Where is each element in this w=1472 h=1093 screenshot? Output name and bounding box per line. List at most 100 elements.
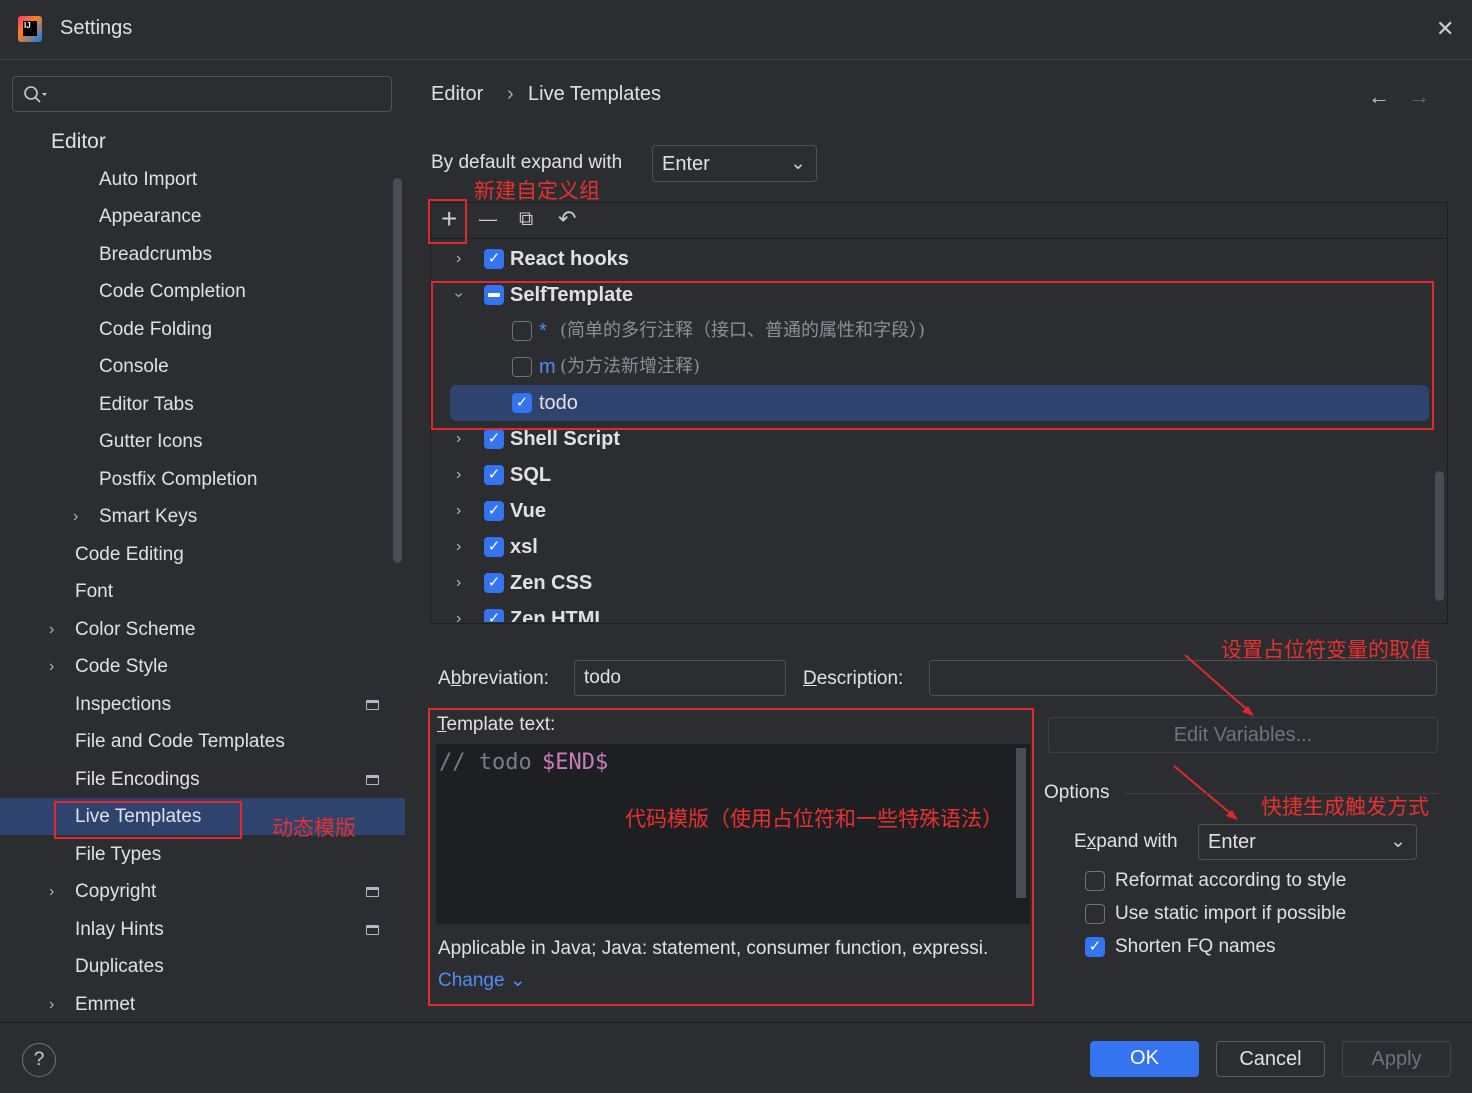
search-icon xyxy=(24,86,47,103)
sidebar-item[interactable]: › Smart Keys xyxy=(0,498,405,535)
sidebar-item[interactable]: Console xyxy=(0,348,405,385)
chevron-down-icon: ⌄ xyxy=(790,153,806,174)
sidebar-item[interactable]: Appearance xyxy=(0,198,405,235)
group-checkbox[interactable]: ✓ xyxy=(484,465,504,485)
sidebar-item-label: Copyright xyxy=(75,881,157,902)
abbreviation-input[interactable]: todo xyxy=(574,660,786,696)
tree-toolbar: + — ⧉ ↶ xyxy=(431,203,1447,239)
group-checkbox[interactable]: ✓ xyxy=(484,573,504,593)
option-checkbox[interactable] xyxy=(1085,904,1105,924)
group-label: React hooks xyxy=(510,248,629,270)
group-checkbox[interactable]: ✓ xyxy=(484,501,504,521)
sidebar-item[interactable]: › Color Scheme xyxy=(0,611,405,648)
abbreviation-label: Abbreviation: xyxy=(438,668,549,689)
sidebar-item[interactable]: Auto Import xyxy=(0,161,405,198)
group-label: Vue xyxy=(510,500,546,522)
chevron-right-icon[interactable]: › xyxy=(49,986,54,1023)
option-label: Shorten FQ names xyxy=(1115,936,1276,957)
sidebar-item[interactable]: Gutter Icons xyxy=(0,423,405,460)
group-checkbox[interactable]: ✓ xyxy=(484,609,504,622)
sidebar-item-label: Editor xyxy=(51,130,106,153)
chevron-right-icon[interactable]: › xyxy=(456,457,461,493)
back-arrow-icon[interactable]: ← xyxy=(1368,84,1390,110)
chevron-right-icon[interactable]: › xyxy=(456,493,461,529)
sidebar-item-label: Auto Import xyxy=(99,168,198,190)
chevron-right-icon[interactable]: › xyxy=(49,648,54,685)
annotation-box-live-templates xyxy=(54,801,242,839)
option-label: Use static import if possible xyxy=(1115,903,1347,924)
settings-search-input[interactable] xyxy=(12,76,392,112)
sidebar-item[interactable]: Breadcrumbs xyxy=(0,236,405,273)
breadcrumb-parent[interactable]: Editor xyxy=(431,83,483,106)
sidebar-item[interactable]: Duplicates xyxy=(0,948,405,985)
apply-button[interactable]: Apply xyxy=(1342,1041,1451,1077)
chevron-right-icon[interactable]: › xyxy=(456,565,461,601)
project-scope-icon xyxy=(366,699,379,710)
chevron-right-icon[interactable]: › xyxy=(456,601,461,622)
sidebar-item[interactable]: Code Editing xyxy=(0,536,405,573)
tree-row[interactable]: › ✓ Vue xyxy=(432,493,1432,529)
tree-row[interactable]: › ✓ Zen HTML xyxy=(432,601,1432,622)
option-checkbox-row[interactable]: ✓ Shorten FQ names xyxy=(1084,936,1424,964)
chevron-right-icon[interactable]: › xyxy=(456,529,461,565)
sidebar-scrollbar[interactable] xyxy=(393,178,402,563)
group-label: Zen CSS xyxy=(510,572,593,594)
expand-with-label: Expand with xyxy=(1074,831,1178,852)
option-checkbox[interactable] xyxy=(1085,871,1105,891)
chevron-right-icon[interactable]: › xyxy=(49,611,54,648)
tree-scrollbar[interactable] xyxy=(1435,471,1444,601)
chevron-right-icon[interactable]: › xyxy=(456,241,461,277)
sidebar-item[interactable]: Font xyxy=(0,573,405,610)
sidebar-item[interactable]: Code Completion xyxy=(0,273,405,310)
tree-row[interactable]: › ✓ Zen CSS xyxy=(432,565,1432,601)
group-label: Zen HTML xyxy=(510,608,607,622)
forward-arrow-icon[interactable]: → xyxy=(1408,84,1430,110)
sidebar-item-label: Duplicates xyxy=(75,956,164,977)
sidebar-item-label: Console xyxy=(99,356,169,377)
group-checkbox[interactable]: ✓ xyxy=(484,537,504,557)
sidebar-item-label: File Encodings xyxy=(75,768,200,790)
chevron-right-icon[interactable]: › xyxy=(49,873,54,910)
close-icon[interactable]: ✕ xyxy=(1436,16,1454,42)
expand-default-select[interactable]: Enter ⌄ xyxy=(652,145,817,182)
expand-with-select[interactable]: Enter ⌄ xyxy=(1198,824,1417,860)
remove-icon[interactable]: — xyxy=(479,209,497,230)
sidebar-item[interactable]: › Emmet xyxy=(0,986,405,1023)
sidebar-item[interactable]: › Copyright xyxy=(0,873,405,910)
restore-icon[interactable]: ↶ xyxy=(558,206,576,232)
sidebar-item[interactable]: Inlay Hints xyxy=(0,911,405,948)
expand-with-value: Enter xyxy=(1208,831,1256,853)
sidebar-item[interactable]: Inspections xyxy=(0,686,405,723)
annotation-arrows xyxy=(1173,654,1254,820)
sidebar-item[interactable]: Code Folding xyxy=(0,311,405,348)
option-checkbox-row[interactable]: Use static import if possible xyxy=(1084,903,1424,931)
help-icon[interactable]: ? xyxy=(22,1043,56,1077)
sidebar-item-label: Editor Tabs xyxy=(99,393,194,415)
sidebar-item[interactable]: File and Code Templates xyxy=(0,723,405,760)
group-label: SQL xyxy=(510,464,552,486)
expand-default-label: By default expand with xyxy=(431,152,623,173)
tree-row[interactable]: › ✓ SQL xyxy=(432,457,1432,493)
window-title: Settings xyxy=(60,17,133,39)
project-scope-icon xyxy=(366,924,379,935)
annotation-box-selftemplate xyxy=(431,281,1434,430)
breadcrumb-current: Live Templates xyxy=(528,83,662,105)
sidebar-item-label: File and Code Templates xyxy=(75,731,285,752)
group-checkbox[interactable]: ✓ xyxy=(484,429,504,449)
sidebar-item[interactable]: Editor xyxy=(0,123,405,160)
sidebar-item-label: Gutter Icons xyxy=(99,431,203,452)
option-checkbox-row[interactable]: Reformat according to style xyxy=(1084,870,1424,898)
group-checkbox[interactable]: ✓ xyxy=(484,249,504,269)
ok-button[interactable]: OK xyxy=(1090,1041,1199,1077)
sidebar-item[interactable]: Editor Tabs xyxy=(0,386,405,423)
option-checkbox[interactable]: ✓ xyxy=(1085,937,1105,957)
sidebar-item[interactable]: Postfix Completion xyxy=(0,461,405,498)
chevron-right-icon[interactable]: › xyxy=(73,498,78,535)
sidebar-item[interactable]: › Code Style xyxy=(0,648,405,685)
copy-icon[interactable]: ⧉ xyxy=(519,208,533,231)
sidebar-item[interactable]: File Encodings xyxy=(0,761,405,798)
cancel-button[interactable]: Cancel xyxy=(1216,1041,1325,1077)
tree-row[interactable]: › ✓ React hooks xyxy=(432,241,1432,277)
chevron-down-icon: ⌄ xyxy=(1390,831,1406,852)
tree-row[interactable]: › ✓ xsl xyxy=(432,529,1432,565)
